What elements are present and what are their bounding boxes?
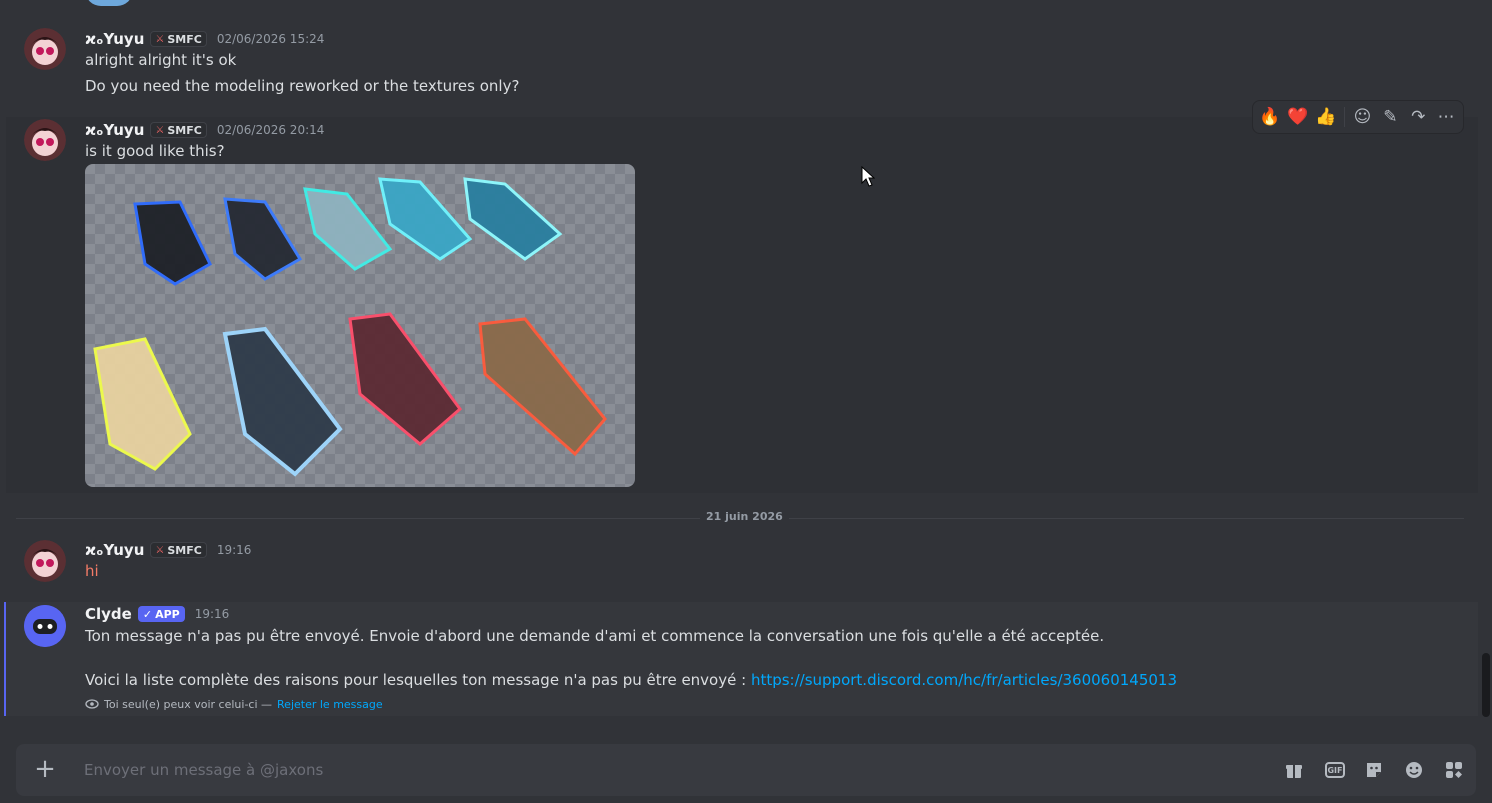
message-text: Do you need the modeling reworked or the…	[85, 77, 520, 95]
edit-icon[interactable]: ✎	[1377, 103, 1403, 131]
gif-icon[interactable]: GIF	[1325, 762, 1345, 778]
message-text-failed: hi	[85, 562, 99, 580]
board-models-image	[93, 177, 607, 477]
more-icon[interactable]: ⋯	[1433, 103, 1459, 131]
message-3: ϰₒYuyu ⚔ SMFC 19:16 hi	[0, 536, 1480, 596]
scrollbar-thumb[interactable]	[1482, 653, 1490, 717]
server-tag[interactable]: ⚔ SMFC	[150, 122, 207, 138]
message-text: is it good like this?	[85, 142, 225, 160]
clyde-avatar[interactable]	[24, 605, 66, 647]
emoji-icon[interactable]	[1402, 758, 1426, 782]
sword-icon: ⚔	[155, 544, 165, 556]
avatar[interactable]	[24, 119, 66, 161]
timestamp: 02/06/2026 20:14	[216, 123, 325, 137]
sword-icon: ⚔	[155, 124, 165, 136]
checkmark-icon: ✓	[142, 607, 153, 621]
support-link[interactable]: https://support.discord.com/hc/fr/articl…	[751, 671, 1177, 689]
server-tag[interactable]: ⚔ SMFC	[150, 542, 207, 558]
thumbs-up-reaction-button[interactable]: 👍	[1313, 103, 1339, 131]
dismiss-message-link[interactable]: Rejeter le message	[277, 698, 383, 711]
avatar[interactable]	[24, 28, 66, 70]
sticker-icon[interactable]	[1362, 758, 1386, 782]
ephemeral-note: Toi seul(e) peux voir celui-ci — Rejeter…	[85, 697, 383, 711]
clyde-text-line-1: Ton message n'a pas pu être envoyé. Envo…	[85, 627, 1105, 645]
toolbar-separator	[1343, 107, 1345, 127]
sword-icon: ⚔	[155, 33, 165, 45]
message-composer: + GIF	[16, 744, 1476, 796]
clyde-username[interactable]: Clyde	[85, 605, 132, 623]
avatar[interactable]	[24, 540, 66, 582]
message-text: alright alright it's ok	[85, 51, 237, 69]
apps-icon[interactable]	[1442, 758, 1466, 782]
image-attachment[interactable]	[85, 164, 635, 487]
gift-icon[interactable]	[1282, 758, 1306, 782]
timestamp: 19:16	[194, 607, 230, 621]
message-actions-toolbar: 🔥 ❤️ 👍 ☺ ✎ ↷ ⋯	[1252, 100, 1464, 134]
timestamp: 19:16	[216, 543, 252, 557]
fire-reaction-button[interactable]: 🔥	[1257, 103, 1283, 131]
previous-message-avatar-fragment	[85, 0, 133, 6]
clyde-text-line-2: Voici la liste complète des raisons pour…	[85, 671, 1178, 689]
add-attachment-button[interactable]: +	[32, 754, 58, 784]
username[interactable]: ϰₒYuyu	[85, 121, 144, 139]
timestamp: 02/06/2026 15:24	[216, 32, 325, 46]
eye-icon	[85, 699, 99, 709]
forward-icon[interactable]: ↷	[1405, 103, 1431, 131]
server-tag[interactable]: ⚔ SMFC	[150, 31, 207, 47]
add-reaction-icon[interactable]: ☺	[1350, 103, 1376, 131]
heart-reaction-button[interactable]: ❤️	[1285, 103, 1311, 131]
date-divider-label: 21 juin 2026	[700, 510, 789, 523]
app-badge: ✓ APP	[137, 606, 185, 622]
username[interactable]: ϰₒYuyu	[85, 541, 144, 559]
mouse-cursor-icon	[861, 166, 875, 187]
username[interactable]: ϰₒYuyu	[85, 30, 144, 48]
message-input[interactable]	[84, 754, 1264, 786]
